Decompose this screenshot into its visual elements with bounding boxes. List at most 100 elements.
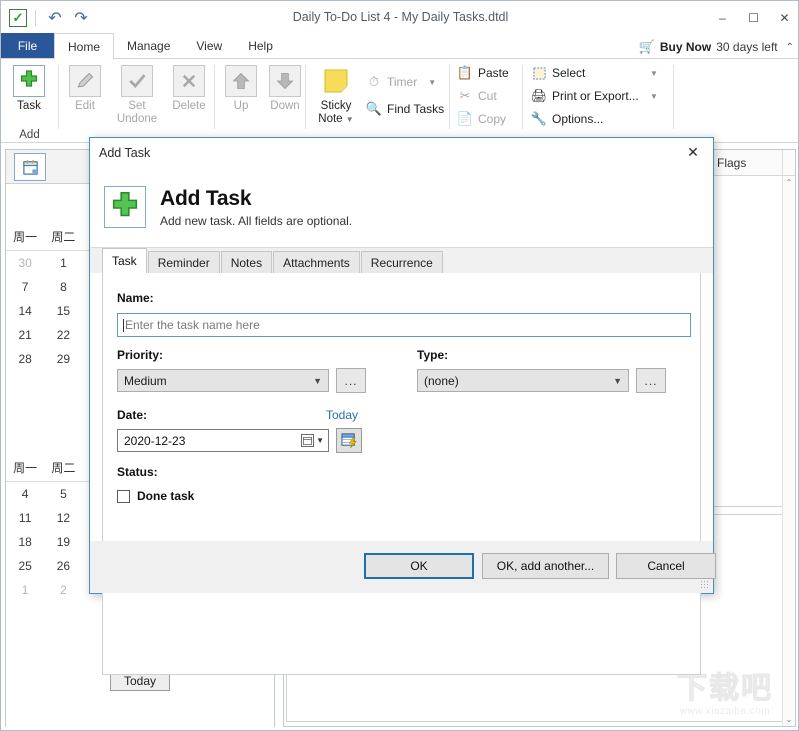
move-up-label: Up [233, 100, 249, 112]
calendar-day-header: 周二 [44, 455, 83, 482]
delete-button[interactable]: Delete [167, 65, 211, 113]
calendar-day-cell[interactable]: 30 [6, 251, 44, 275]
redo-button[interactable]: ↷ [70, 7, 92, 29]
ribbon-tab-file[interactable]: File [1, 33, 54, 58]
cancel-button[interactable]: Cancel [616, 553, 716, 579]
set-undone-button[interactable]: Set Undone [111, 65, 163, 126]
scroll-down-button[interactable]: ⌄ [783, 713, 795, 726]
calendar-icon[interactable] [301, 434, 315, 447]
done-task-checkbox[interactable] [117, 489, 130, 503]
dialog-resize-grip[interactable] [700, 580, 710, 590]
chevron-up-icon[interactable]: ⌃ [786, 42, 794, 53]
paste-button[interactable]: 📋 Paste [457, 63, 509, 83]
calendar-tab-icon[interactable] [14, 153, 46, 181]
add-task-dialog: Add Task ✕ Add Task Add new task. All fi… [89, 137, 716, 675]
task-list-scrollbar[interactable]: ⌃ ⌄ [782, 176, 795, 726]
scroll-up-button[interactable]: ⌃ [783, 176, 795, 189]
print-or-export-button[interactable]: 🖨 Print or Export... ▼ [531, 86, 658, 106]
chevron-down-icon[interactable]: ▼ [650, 69, 658, 78]
done-task-checkbox-row[interactable]: Done task [117, 489, 194, 503]
cut-label: Cut [478, 89, 497, 103]
buy-now-link[interactable]: Buy Now [660, 40, 711, 54]
calendar-day-cell[interactable]: 15 [44, 299, 82, 323]
ribbon-tab-help[interactable]: Help [235, 33, 286, 58]
ribbon-tab-manage[interactable]: Manage [114, 33, 183, 58]
dialog-tab-attachments[interactable]: Attachments [273, 251, 360, 273]
chevron-down-icon[interactable]: ▼ [428, 78, 436, 87]
column-header-flags[interactable]: Flags [708, 150, 783, 175]
group-separator [673, 65, 674, 129]
cut-button[interactable]: ✂ Cut [457, 86, 497, 106]
move-down-button[interactable]: Down [263, 65, 307, 113]
calendar-day-cell[interactable]: 29 [44, 347, 82, 371]
edit-button[interactable]: Edit [63, 65, 107, 113]
dialog-tab-reminder[interactable]: Reminder [147, 251, 220, 273]
timer-button[interactable]: ⏱ Timer ▼ [366, 72, 436, 92]
type-select[interactable]: (none) ▼ [417, 369, 629, 392]
select-button[interactable]: Select ▼ [531, 63, 658, 83]
minimize-button[interactable]: – [707, 3, 738, 33]
chevron-down-icon[interactable]: ▼ [313, 370, 322, 391]
dialog-subtitle: Add new task. All fields are optional. [160, 213, 353, 228]
calendar-day-cell[interactable]: 8 [44, 275, 82, 299]
close-button[interactable]: ✕ [769, 3, 798, 33]
calendar-day-cell[interactable]: 28 [6, 347, 44, 371]
add-task-button[interactable]: Task [7, 65, 51, 113]
find-tasks-button[interactable]: 🔍 Find Tasks [366, 99, 444, 119]
done-task-label: Done task [137, 489, 195, 503]
dialog-tab-recurrence[interactable]: Recurrence [360, 251, 443, 273]
calendar-day-cell[interactable]: 18 [6, 530, 44, 554]
dialog-tab-notes[interactable]: Notes [220, 251, 273, 273]
find-tasks-label: Find Tasks [387, 102, 445, 116]
sticky-note-button[interactable]: Sticky Note ▼ [312, 65, 360, 126]
application-window: ✓ ↶ ↷ Daily To-Do List 4 - My Daily Task… [0, 0, 799, 731]
calendar-day-cell[interactable]: 4 [6, 482, 44, 506]
ribbon-group-add-label: Add [19, 129, 40, 141]
copy-button[interactable]: 📄 Copy [457, 109, 506, 129]
options-button[interactable]: 🔧 Options... [531, 109, 603, 129]
chevron-down-icon[interactable]: ▼ [316, 436, 324, 445]
name-label: Name: [117, 291, 154, 305]
calendar-day-cell[interactable]: 11 [6, 506, 44, 530]
calendar-day-header: 周二 [44, 224, 83, 251]
ribbon-group-move: Up Down [215, 59, 305, 143]
date-picker-controls[interactable]: ▼ [301, 430, 324, 451]
status-label: Status: [117, 465, 158, 479]
calendar-day-cell[interactable]: 1 [44, 251, 82, 275]
calendar-day-cell[interactable]: 12 [44, 506, 82, 530]
type-more-button[interactable]: ... [636, 368, 666, 393]
task-name-input[interactable]: Enter the task name here [117, 313, 691, 337]
chevron-down-icon[interactable]: ▼ [650, 92, 658, 101]
dialog-close-button[interactable]: ✕ [673, 138, 713, 167]
ribbon-tab-home[interactable]: Home [54, 33, 115, 59]
ok-button[interactable]: OK [364, 553, 474, 579]
options-label: Options... [552, 112, 604, 126]
date-quickset-button[interactable] [336, 428, 362, 453]
calendar-day-cell[interactable]: 7 [6, 275, 44, 299]
calendar-day-cell[interactable]: 19 [44, 530, 82, 554]
calendar-day-cell[interactable]: 22 [44, 323, 82, 347]
shopping-cart-icon: 🛒 [638, 39, 655, 54]
undo-button[interactable]: ↶ [44, 7, 66, 29]
priority-more-button[interactable]: ... [336, 368, 366, 393]
ok-add-another-button[interactable]: OK, add another... [482, 553, 609, 579]
ribbon-tab-view[interactable]: View [183, 33, 235, 58]
priority-select[interactable]: Medium ▼ [117, 369, 329, 392]
move-up-button[interactable]: Up [219, 65, 263, 113]
chevron-down-icon[interactable]: ▼ [613, 370, 622, 391]
calendar-day-cell[interactable]: 2 [44, 578, 82, 602]
task-name-placeholder: Enter the task name here [125, 318, 260, 332]
move-down-label: Down [270, 100, 300, 112]
calendar-day-cell[interactable]: 14 [6, 299, 44, 323]
calendar-day-cell[interactable]: 5 [44, 482, 82, 506]
maximize-button[interactable]: ☐ [738, 3, 769, 33]
calendar-day-cell[interactable]: 1 [6, 578, 44, 602]
copy-label: Copy [478, 112, 507, 126]
dialog-tab-task[interactable]: Task [102, 248, 147, 273]
date-input[interactable]: 2020-12-23 ▼ [117, 429, 329, 452]
dialog-title: Add Task [99, 145, 151, 160]
today-link[interactable]: Today [326, 408, 358, 422]
calendar-day-cell[interactable]: 25 [6, 554, 44, 578]
calendar-day-cell[interactable]: 26 [44, 554, 82, 578]
calendar-day-cell[interactable]: 21 [6, 323, 44, 347]
